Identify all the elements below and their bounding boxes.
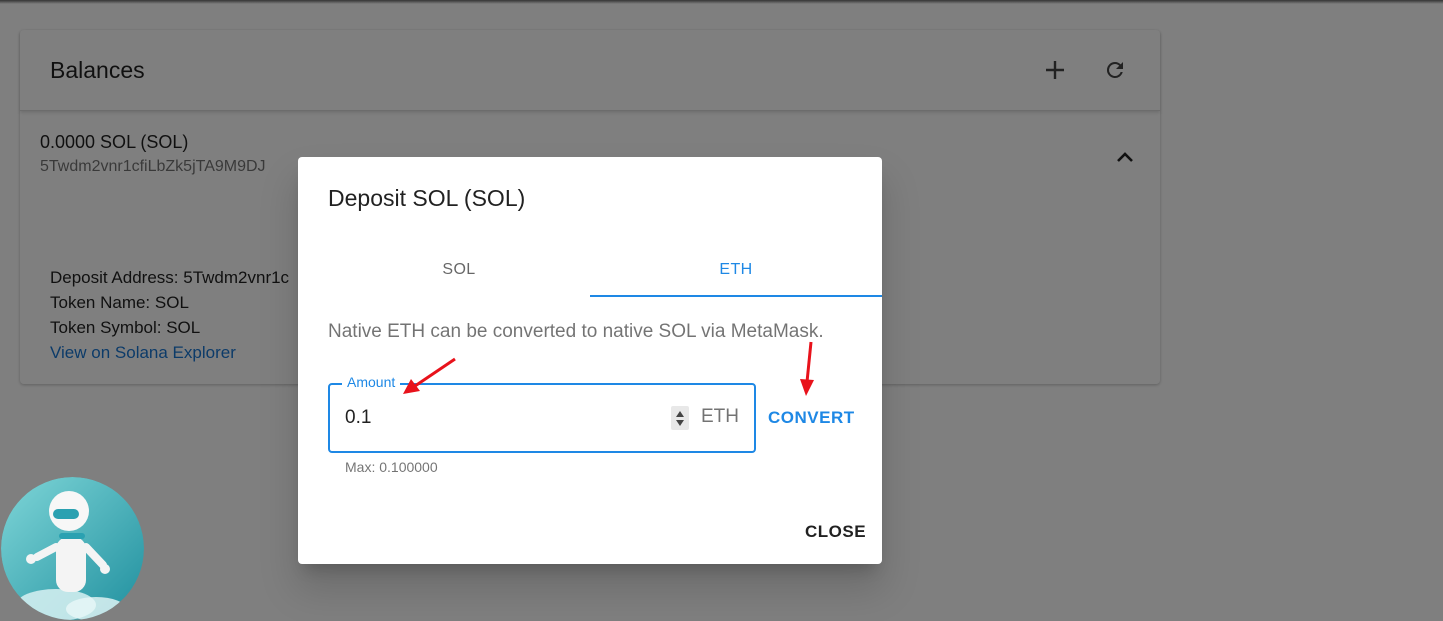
tab-sol[interactable]: SOL [328,245,590,295]
close-button[interactable]: CLOSE [805,522,866,542]
amount-field: Amount ETH [328,374,756,453]
amount-unit: ETH [701,406,739,427]
amount-input[interactable] [345,405,645,431]
stepper-up-icon[interactable] [676,410,684,417]
dialog-title: Deposit SOL (SOL) [328,185,526,211]
deposit-dialog: Deposit SOL (SOL) SOL ETH Native ETH can… [298,157,882,564]
robot-mascot-icon [1,477,144,620]
tab-eth[interactable]: ETH [590,245,882,295]
amount-field-label: Amount [342,374,401,390]
robot-avatar [1,477,144,620]
deposit-tabs: SOL ETH [328,245,882,297]
conversion-description: Native ETH can be converted to native SO… [328,321,824,342]
active-tab-indicator [590,295,882,297]
amount-stepper[interactable] [671,406,689,430]
stepper-down-icon[interactable] [676,419,684,426]
amount-helper-text: Max: 0.100000 [345,459,438,475]
convert-button[interactable]: CONVERT [768,408,855,428]
